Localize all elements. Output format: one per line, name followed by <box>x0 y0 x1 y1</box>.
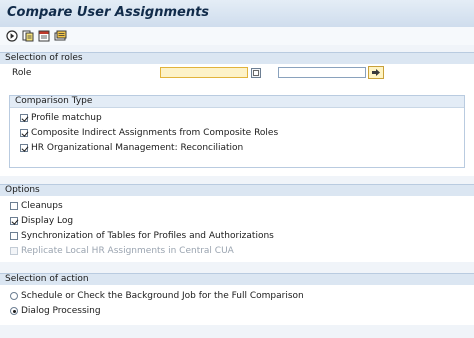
multiple-selection-arrow-icon[interactable] <box>368 66 384 79</box>
display-log-label: Display Log <box>21 216 74 226</box>
title-bar: Compare User Assignments <box>0 0 474 28</box>
composite-indirect-assignments-label: Composite Indirect Assignments from Comp… <box>31 128 279 138</box>
selection-of-roles-title: Selection of roles <box>5 53 83 63</box>
comparison-type-title: Comparison Type <box>15 96 93 106</box>
hr-org-management-reconciliation-checkbox[interactable] <box>20 144 28 152</box>
synchronization-tables-label: Synchronization of Tables for Profiles a… <box>21 231 274 241</box>
get-variant-icon[interactable] <box>21 29 35 42</box>
dialog-processing-label: Dialog Processing <box>21 306 101 316</box>
cleanups-label: Cleanups <box>21 201 63 211</box>
page-title: Compare User Assignments <box>7 5 210 20</box>
profile-matchup-label: Profile matchup <box>31 113 102 123</box>
selection-of-action-title: Selection of action <box>5 274 89 284</box>
selection-of-roles-section: Role Comparison Type Profile matchup Com… <box>0 64 474 176</box>
cleanups-checkbox[interactable] <box>10 202 18 210</box>
role-to-input[interactable] <box>278 67 366 78</box>
role-label: Role <box>12 68 32 78</box>
replicate-hr-assignments-checkbox <box>10 247 18 255</box>
display-log-checkbox[interactable] <box>10 217 18 225</box>
comparison-type-frame: Comparison Type Profile matchup Composit… <box>9 95 465 168</box>
options-title: Options <box>5 185 40 195</box>
application-toolbar <box>0 27 474 45</box>
replicate-hr-assignments-label: Replicate Local HR Assignments in Centra… <box>21 246 234 256</box>
program-documentation-icon[interactable] <box>53 29 67 42</box>
schedule-background-job-label: Schedule or Check the Background Job for… <box>21 291 304 301</box>
role-from-input[interactable] <box>160 67 248 78</box>
comparison-type-header: Comparison Type <box>10 96 464 108</box>
hr-org-management-reconciliation-label: HR Organizational Management: Reconcilia… <box>31 143 244 153</box>
options-section: Cleanups Display Log Synchronization of … <box>0 196 474 262</box>
save-variant-icon[interactable] <box>37 29 51 42</box>
selection-of-action-section: Schedule or Check the Background Job for… <box>0 285 474 325</box>
execute-icon[interactable] <box>5 29 19 42</box>
profile-matchup-checkbox[interactable] <box>20 114 28 122</box>
composite-indirect-assignments-checkbox[interactable] <box>20 129 28 137</box>
synchronization-tables-checkbox[interactable] <box>10 232 18 240</box>
dialog-processing-radio[interactable] <box>10 307 18 315</box>
multiple-selection-icon[interactable] <box>250 67 262 78</box>
schedule-background-job-radio[interactable] <box>10 292 18 300</box>
